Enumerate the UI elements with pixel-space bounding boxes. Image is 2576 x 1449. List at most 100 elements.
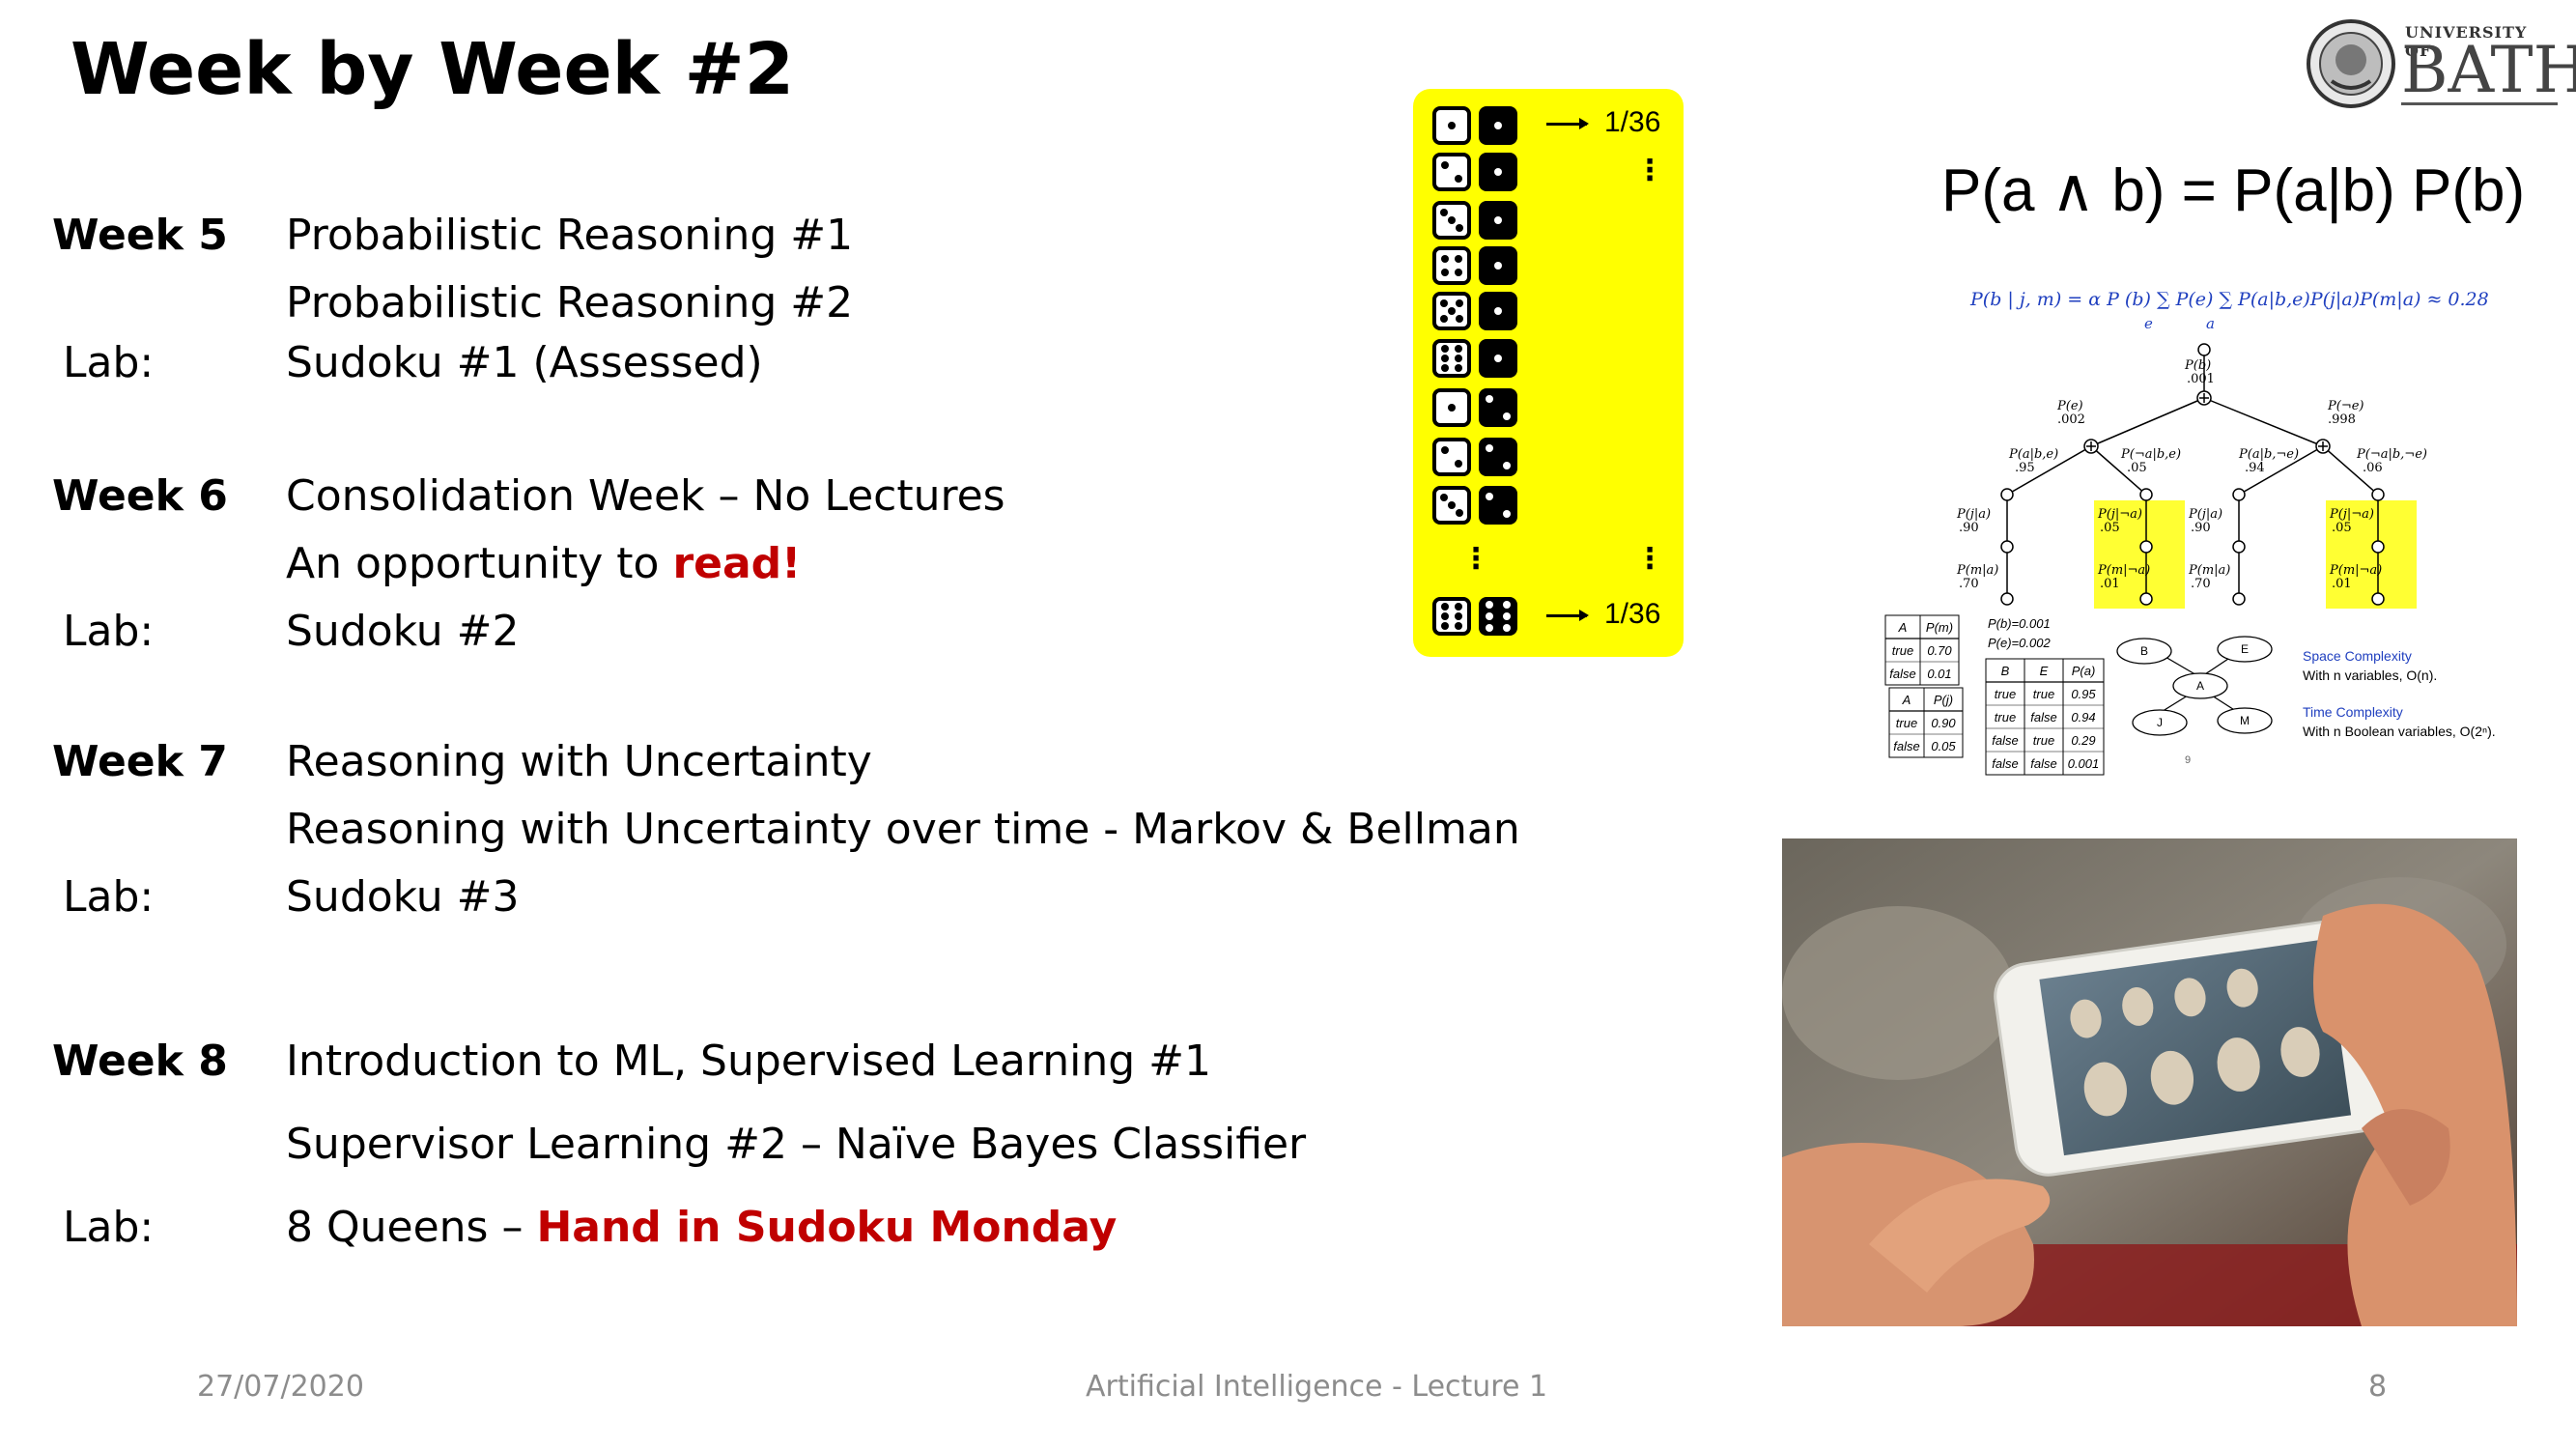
value-pja-2: .90 [2191, 521, 2211, 535]
die-icon [1479, 486, 1517, 525]
die-pip [1502, 412, 1511, 420]
label-pjna-1: P(j|¬a) [2097, 507, 2142, 522]
die-pip [1440, 612, 1449, 620]
table-cell: 0.01 [1927, 667, 1951, 681]
space-complexity-title: Space Complexity [2303, 648, 2412, 664]
die-pip [1486, 601, 1494, 609]
week-label: Week 5 [52, 211, 228, 260]
vertical-ellipsis-icon: ⋮ [1461, 542, 1490, 576]
table-cell: 0.001 [2068, 756, 2100, 771]
first-probability: 1/36 [1604, 106, 1661, 138]
item-text: Probabilistic Reasoning #1 [286, 211, 854, 260]
label-pma-2: P(m|a) [2188, 563, 2230, 578]
die-icon [1432, 246, 1471, 285]
value-a1: .95 [2015, 461, 2035, 475]
table-cell: P(m) [1926, 620, 1953, 635]
item-text: An opportunity to [286, 539, 673, 588]
table-cell: true [2033, 687, 2054, 701]
schedule-item: Reasoning with Uncertainty [286, 737, 872, 788]
die-pip [1455, 612, 1463, 620]
die-pip [1494, 122, 1502, 129]
network-node-label: M [2240, 714, 2250, 727]
die-pip [1440, 209, 1448, 216]
value-a4: .06 [2363, 461, 2383, 475]
die-pip [1440, 299, 1448, 307]
die-pip [1486, 395, 1494, 404]
schedule-item: Consolidation Week – No Lectures [286, 471, 1005, 523]
label-a2: P(¬a|b,e) [2120, 447, 2181, 462]
die-icon [1479, 201, 1517, 240]
die-pip [1455, 175, 1463, 184]
crest-icon [2307, 19, 2395, 108]
die-pip [1494, 216, 1502, 224]
die-pip [1455, 603, 1463, 611]
label-pmna-2: P(m|¬a) [2329, 563, 2382, 578]
die-pip [1494, 307, 1502, 315]
schedule-item: Sudoku #1 (Assessed) [286, 338, 763, 389]
die-icon [1479, 597, 1517, 636]
table-cell: B [2001, 664, 2010, 678]
label-a4: P(¬a|b,¬e) [2356, 447, 2427, 462]
vertical-ellipsis-icon: ⋮ [1635, 154, 1664, 187]
die-icon [1432, 597, 1471, 636]
die-pip [1448, 122, 1456, 129]
schedule-item: Sudoku #2 [286, 607, 520, 658]
table-cell: false [1992, 756, 2018, 771]
slide-title: Week by Week #2 [71, 28, 795, 111]
value-pma-1: .70 [1959, 577, 1979, 591]
die-pip [1440, 355, 1449, 362]
phone-photo [1782, 838, 2517, 1326]
die-pip [1455, 363, 1463, 372]
table-cell: 0.05 [1931, 739, 1956, 753]
value-pma-2: .70 [2191, 577, 2211, 591]
table-cell: false [1893, 739, 1919, 753]
die-pip [1440, 603, 1449, 611]
die-icon [1432, 486, 1471, 525]
table-cell: 0.95 [2071, 687, 2096, 701]
die-icon [1432, 339, 1471, 378]
die-pip [1448, 216, 1456, 224]
table-cell: true [1995, 710, 2016, 724]
die-icon [1479, 388, 1517, 427]
die-pip [1440, 494, 1448, 501]
die-pip [1456, 315, 1463, 323]
die-icon [1432, 153, 1471, 191]
value-pjna-2: .05 [2332, 521, 2352, 535]
table-cell: true [2033, 733, 2054, 748]
vertical-ellipsis-icon: ⋮ [1635, 542, 1664, 576]
sum-index-e: e [2144, 315, 2153, 332]
footer-date: 27/07/2020 [197, 1370, 364, 1404]
table-cell: false [1889, 667, 1915, 681]
footer-lecture-title: Artificial Intelligence - Lecture 1 [1086, 1370, 1548, 1404]
phone-photo-illustration [1782, 838, 2517, 1326]
table-cell: 0.29 [2071, 733, 2095, 748]
die-icon [1479, 106, 1517, 145]
value-pne: .998 [2328, 412, 2356, 427]
die-icon [1432, 438, 1471, 476]
schedule-item: Sudoku #3 [286, 872, 520, 923]
die-icon [1479, 153, 1517, 191]
die-pip [1494, 168, 1502, 176]
table-cell: true [1892, 643, 1913, 658]
highlight-text: read! [672, 539, 802, 588]
university-logo: UNIVERSITY OF BATH [2305, 17, 2576, 110]
die-pip [1448, 404, 1456, 412]
label-pma-1: P(m|a) [1956, 563, 1998, 578]
item-text: Sudoku #2 [286, 607, 520, 656]
joint-probability-formula: P(a ∧ b) = P(a|b) P(b) [1941, 157, 2526, 224]
table-cell: false [2030, 710, 2056, 724]
item-text: Sudoku #3 [286, 872, 520, 922]
die-icon [1432, 388, 1471, 427]
lab-label: Lab: [63, 1203, 155, 1252]
schedule-item: Supervisor Learning #2 – Naïve Bayes Cla… [286, 1120, 1306, 1171]
label-pja-1: P(j|a) [1956, 507, 1991, 522]
die-pip [1440, 345, 1449, 354]
die-pip [1440, 363, 1449, 372]
die-pip [1455, 621, 1463, 630]
dice-outcomes-panel: 1/36 ⋮ ⋮ ⋮ 1/36 [1413, 89, 1684, 657]
schedule-item: Introduction to ML, Supervised Learning … [286, 1037, 1211, 1088]
time-complexity-title: Time Complexity [2303, 704, 2403, 720]
die-pip [1456, 509, 1463, 517]
value-pja-1: .90 [1959, 521, 1979, 535]
table-cell: false [1992, 733, 2018, 748]
